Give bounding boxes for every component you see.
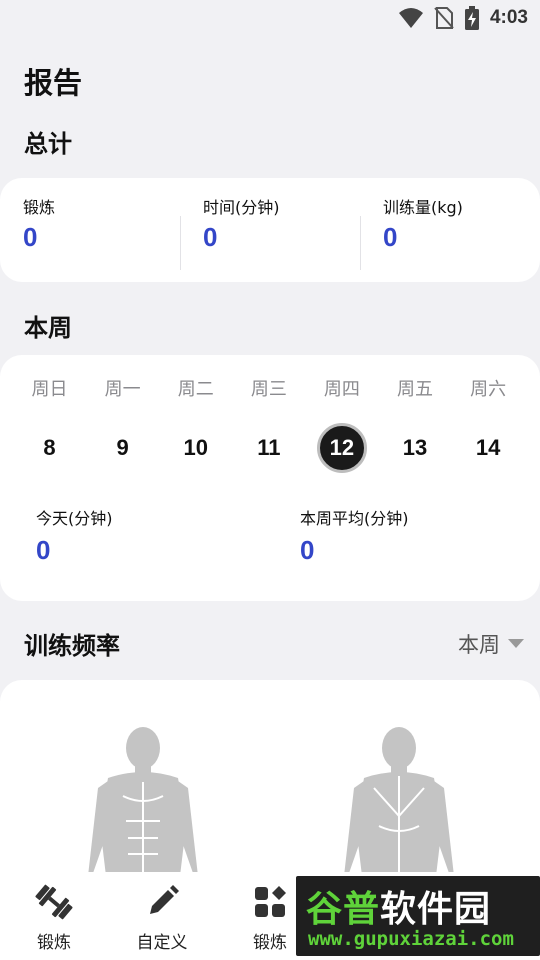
week-title: 本周 <box>24 314 72 342</box>
date-number: 9 <box>116 435 129 460</box>
watermark-title-part2: 软件园 <box>380 889 492 930</box>
date-cell[interactable]: 10 <box>159 423 232 473</box>
frequency-header: 训练频率 本周 <box>24 626 524 661</box>
frequency-range-value: 本周 <box>458 632 500 657</box>
watermark-title-part1: 谷普 <box>306 889 381 930</box>
grid-icon <box>255 886 286 917</box>
date-number: 11 <box>257 435 281 460</box>
today-stat: 今天(分钟) 0 <box>36 505 113 566</box>
date-cell[interactable]: 14 <box>452 423 525 473</box>
date-cell[interactable]: 8 <box>13 423 86 473</box>
date-row: 8 9 10 11 12 13 14 <box>13 423 525 473</box>
body-front-figure <box>88 727 198 876</box>
watermark-url: www.gupuxiazai.com <box>308 928 514 950</box>
date-number: 14 <box>475 435 501 460</box>
week-card: 周日 周一 周二 周三 周四 周五 周六 8 9 10 11 12 13 14 … <box>0 355 540 601</box>
body-back-figure <box>344 727 454 876</box>
date-cell[interactable]: 11 <box>232 423 305 473</box>
weekday-thu: 周四 <box>323 379 360 400</box>
watermark-title: 谷普软件园 <box>306 880 491 932</box>
status-time: 4:03 <box>489 7 528 28</box>
nav-workout[interactable]: 锻炼 <box>0 872 108 960</box>
date-number: 13 <box>402 435 428 460</box>
date-cell-selected[interactable]: 12 <box>305 423 378 473</box>
total-time: 时间(分钟) 0 <box>180 194 360 282</box>
battery-charging-icon <box>464 6 479 30</box>
total-volume-label: 训练量(kg) <box>383 198 463 217</box>
week-average-label: 本周平均(分钟) <box>300 509 409 528</box>
page-title: 报告 <box>24 66 83 100</box>
weekday-header: 周日 周一 周二 周三 周四 周五 周六 <box>13 375 525 401</box>
nav-custom-label: 自定义 <box>136 933 188 953</box>
watermark-banner: 谷普软件园 www.gupuxiazai.com <box>296 876 540 956</box>
nav-exercises-label: 锻炼 <box>253 933 287 953</box>
no-sim-icon <box>434 7 454 29</box>
pencil-icon <box>150 885 179 914</box>
weekday-sat: 周六 <box>470 379 507 400</box>
date-number: 10 <box>183 435 208 460</box>
weekday-wed: 周三 <box>250 379 287 400</box>
caret-down-icon <box>508 639 524 648</box>
total-volume-value: 0 <box>383 222 398 252</box>
wifi-icon <box>398 8 423 28</box>
today-value: 0 <box>36 535 51 565</box>
date-cell[interactable]: 13 <box>378 423 451 473</box>
total-time-label: 时间(分钟) <box>203 198 280 217</box>
nav-custom[interactable]: 自定义 <box>108 872 216 960</box>
total-workouts: 锻炼 0 <box>0 194 180 282</box>
frequency-title: 训练频率 <box>24 632 120 660</box>
dumbbell-icon <box>35 884 73 920</box>
total-workouts-label: 锻炼 <box>23 198 56 217</box>
weekday-tue: 周二 <box>177 379 214 400</box>
week-average-value: 0 <box>300 535 315 565</box>
totals-title: 总计 <box>24 130 72 158</box>
nav-workout-label: 锻炼 <box>37 933 71 953</box>
week-average-stat: 本周平均(分钟) 0 <box>300 505 409 566</box>
weekday-sun: 周日 <box>31 379 68 400</box>
weekday-fri: 周五 <box>397 379 434 400</box>
date-number: 12 <box>316 423 367 473</box>
date-cell[interactable]: 9 <box>86 423 159 473</box>
status-bar: 4:03 <box>0 0 540 36</box>
total-workouts-value: 0 <box>23 222 38 252</box>
date-number: 8 <box>43 435 56 460</box>
today-label: 今天(分钟) <box>36 509 113 528</box>
frequency-range-dropdown[interactable]: 本周 <box>458 629 524 659</box>
total-volume: 训练量(kg) 0 <box>360 194 540 282</box>
total-time-value: 0 <box>203 222 218 252</box>
totals-card: 锻炼 0 时间(分钟) 0 训练量(kg) 0 <box>0 178 540 282</box>
weekday-mon: 周一 <box>104 379 141 400</box>
